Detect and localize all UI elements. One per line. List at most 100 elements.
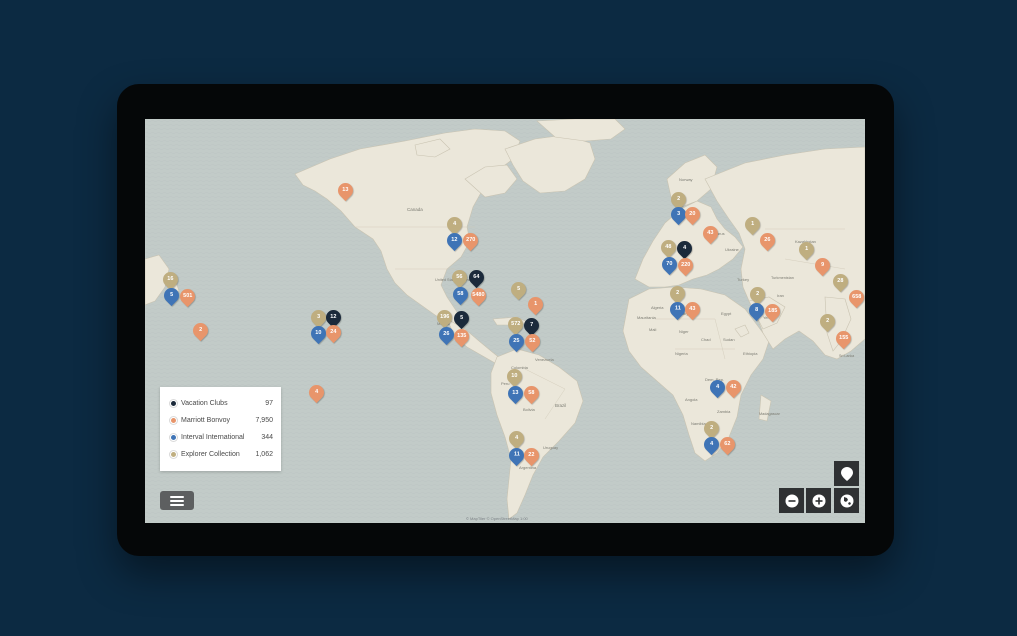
label-turkmenistan: Turkmenistan — [771, 276, 794, 280]
marker-count: 43 — [688, 305, 696, 312]
marker-count: 4 — [314, 388, 318, 395]
label-egypt: Egypt — [721, 311, 732, 316]
marker-count: 58 — [456, 290, 464, 297]
marker-count: 220 — [680, 261, 690, 268]
dot-icon — [170, 417, 177, 424]
legend-panel: Vacation Clubs 97 Marriott Bonvoy 7,950 … — [160, 387, 281, 471]
legend-label: Explorer Collection — [181, 451, 240, 458]
label-angola: Angola — [685, 397, 698, 402]
minus-circle-icon — [785, 494, 798, 507]
marker-count: 2 — [675, 289, 679, 296]
label-madagascar: Madagascar — [759, 412, 781, 416]
legend-count: 1,062 — [255, 451, 273, 458]
marker-count: 10 — [510, 372, 518, 379]
marker-count: 13 — [511, 389, 519, 396]
marker-count: 70 — [665, 260, 673, 267]
dot-icon — [170, 400, 177, 407]
marker-count: 11 — [674, 305, 680, 312]
label-argentina: Argentina — [519, 465, 537, 470]
label-ukraine: Ukraine — [725, 247, 740, 252]
marker-count: 64 — [472, 273, 480, 280]
marker-count: 1 — [750, 220, 754, 227]
marker-count: 5 — [169, 291, 173, 298]
marker-count: 2 — [198, 326, 202, 333]
label-canada: Canada — [407, 207, 423, 212]
marker-count: 20 — [688, 210, 696, 217]
label-zambia: Zambia — [717, 409, 731, 414]
marker-count: 572 — [510, 320, 520, 327]
label-venezuela: Venezuela — [535, 357, 554, 362]
hamburger-icon — [170, 495, 184, 498]
label-nigeria: Nigeria — [675, 351, 688, 356]
label-iran: Iran — [777, 293, 784, 298]
marker-count: 12 — [329, 313, 337, 320]
marker-count: 2 — [755, 290, 759, 297]
plus-circle-icon — [812, 494, 825, 507]
marker-count: 135 — [456, 332, 466, 339]
label-brazil: Brazil — [555, 403, 566, 408]
marker-count: 5 — [516, 285, 520, 292]
marker-count: 8 — [754, 306, 758, 313]
marker-count: 4 — [682, 244, 686, 251]
marker-count: 24 — [329, 328, 337, 335]
marker-count: 10 — [314, 329, 322, 336]
marker-count: 11 — [513, 451, 519, 458]
marker-count: 2 — [709, 424, 713, 431]
marker-count: 7 — [529, 321, 533, 328]
label-norway: Norway — [679, 177, 693, 182]
marker-count: 185 — [767, 307, 777, 314]
legend-item-explorer-collection[interactable]: Explorer Collection 1,062 — [160, 446, 281, 463]
globe-icon — [840, 494, 853, 507]
zoom-in-button[interactable] — [806, 488, 831, 513]
legend-label: Interval International — [181, 434, 245, 441]
dot-icon — [170, 434, 177, 441]
zoom-out-button[interactable] — [779, 488, 804, 513]
label-sri-lanka: Sri Lanka — [839, 354, 854, 358]
menu-button[interactable] — [160, 491, 194, 510]
label-niger: Niger — [679, 329, 689, 334]
marker-count: 3 — [676, 210, 680, 217]
marker-count: 26 — [442, 330, 450, 337]
marker-count: 4 — [452, 220, 456, 227]
dot-icon — [170, 451, 177, 458]
marker-count: 4 — [715, 383, 719, 390]
marker-count: 2 — [676, 195, 680, 202]
globe-button[interactable] — [834, 488, 859, 513]
legend-count: 344 — [261, 434, 273, 441]
marker-count: 56 — [455, 273, 463, 280]
marker-count: 1 — [533, 300, 537, 307]
marker-count: 12 — [450, 236, 458, 243]
location-pin-button[interactable] — [834, 461, 859, 486]
marker-count: 16 — [166, 275, 174, 282]
marker-count: 2 — [825, 317, 829, 324]
label-sudan: Sudan — [723, 337, 735, 342]
map-attribution: © MapTiler © OpenStreetMap 1:00 — [466, 516, 528, 521]
label-algeria: Algeria — [651, 305, 664, 310]
marker-count: 658 — [851, 293, 861, 300]
marker-count: 1 — [804, 245, 808, 252]
marker-count: 28 — [836, 277, 844, 284]
marker-count: 52 — [528, 337, 536, 344]
label-mali: Mali — [649, 327, 656, 332]
label-mauritania: Mauritania — [637, 315, 656, 320]
marker-count: 5480 — [471, 291, 485, 298]
location-pin-icon — [840, 466, 853, 481]
marker-count: 13 — [341, 186, 349, 193]
label-uruguay: Uruguay — [543, 445, 558, 450]
marker-count: 58 — [527, 389, 535, 396]
legend-label: Marriott Bonvoy — [181, 417, 231, 424]
marker-count: 155 — [838, 334, 848, 341]
marker-count: 26 — [763, 236, 771, 243]
legend-item-interval-international[interactable]: Interval International 344 — [160, 429, 281, 446]
legend-count: 97 — [265, 400, 273, 407]
legend-label: Vacation Clubs — [181, 400, 228, 407]
legend-item-vacation-clubs[interactable]: Vacation Clubs 97 — [160, 395, 281, 412]
marker-count: 22 — [527, 451, 535, 458]
label-turkey: Turkey — [737, 277, 749, 282]
marker-count: 270 — [465, 236, 475, 243]
marker-count: 5 — [459, 314, 463, 321]
label-ethiopia: Ethiopia — [743, 351, 758, 356]
legend-item-marriott-bonvoy[interactable]: Marriott Bonvoy 7,950 — [160, 412, 281, 429]
marker-count: 3 — [316, 313, 320, 320]
legend-count: 7,950 — [255, 417, 273, 424]
